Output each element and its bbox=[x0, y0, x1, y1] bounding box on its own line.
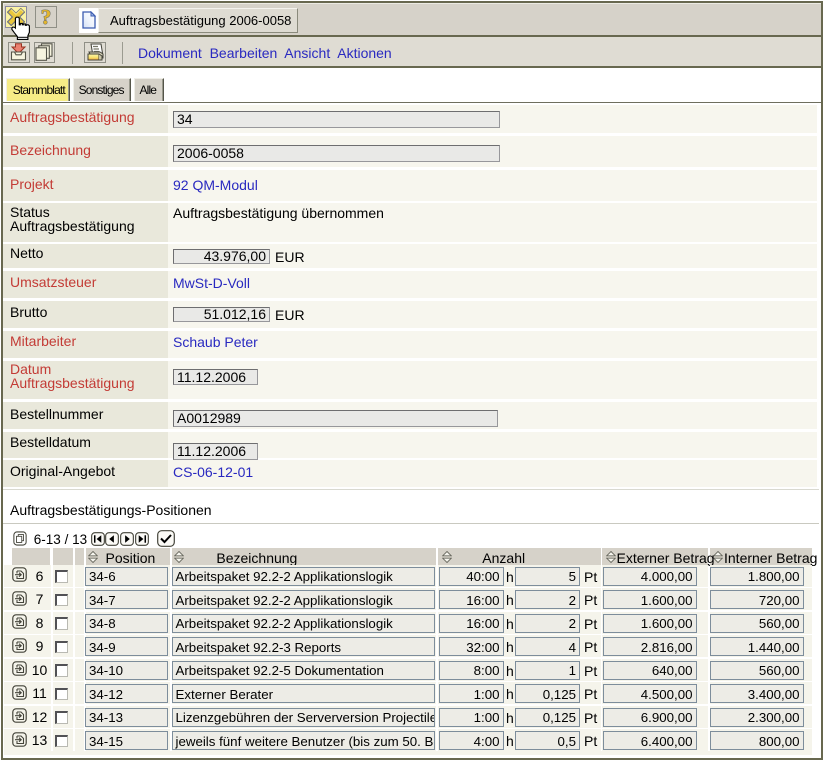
svg-text:?: ? bbox=[41, 7, 52, 27]
